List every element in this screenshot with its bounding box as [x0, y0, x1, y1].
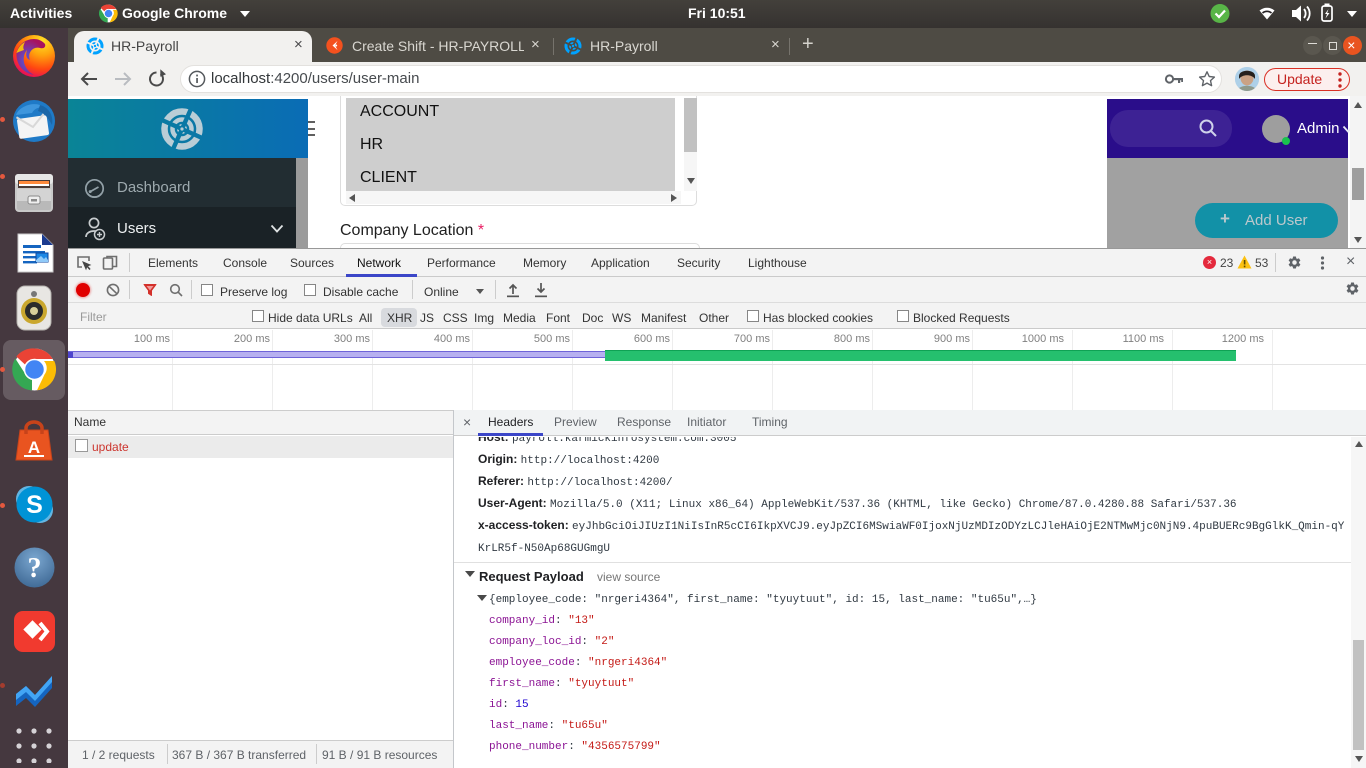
- svg-text:A: A: [28, 438, 40, 457]
- svg-text:S: S: [26, 491, 43, 519]
- svg-text:?: ?: [28, 553, 42, 584]
